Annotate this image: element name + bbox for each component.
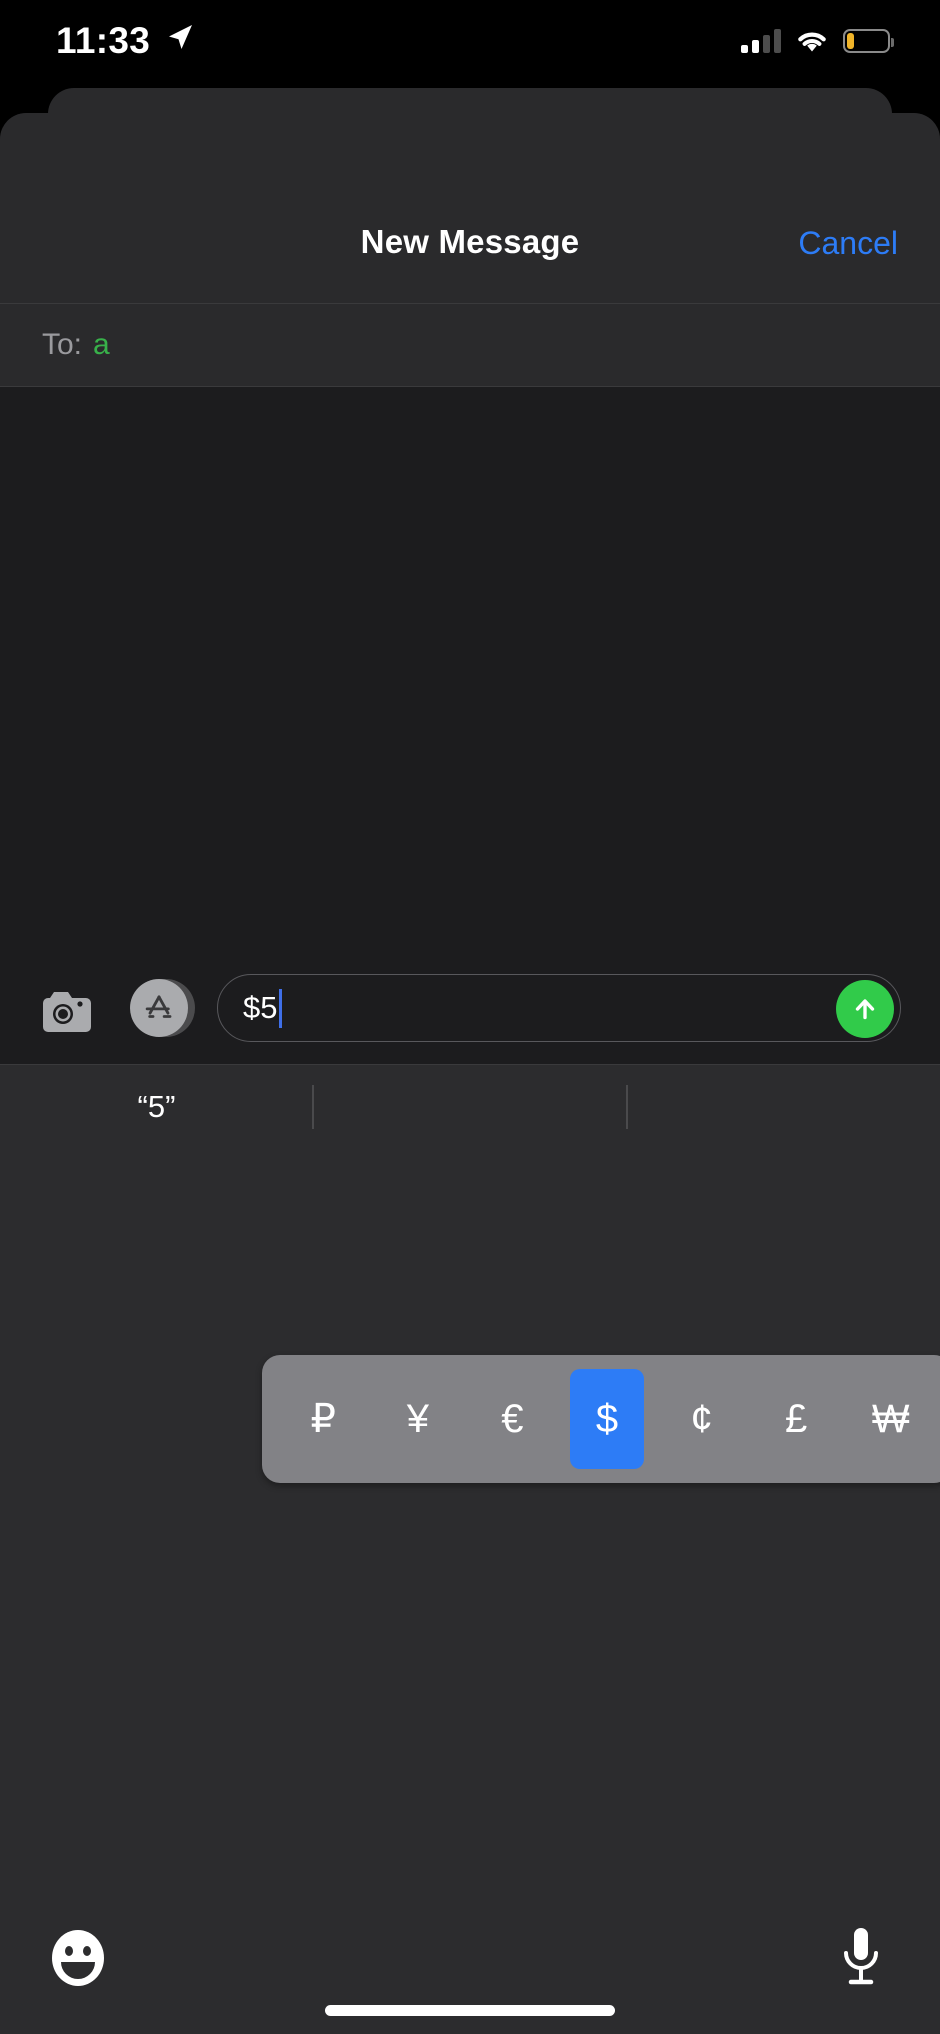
- dictation-button[interactable]: [838, 1926, 884, 1990]
- arrow-up-icon: [855, 999, 875, 1020]
- conversation-area[interactable]: [0, 387, 940, 957]
- currency-option-label: £: [785, 1396, 808, 1441]
- text-caret: [279, 988, 283, 1028]
- currency-option-label: ¥: [406, 1396, 429, 1441]
- battery-low-icon: [843, 29, 894, 53]
- app-store-button[interactable]: [130, 979, 195, 1041]
- recipient-label: To:: [42, 328, 83, 361]
- status-bar-indicators: [741, 24, 894, 58]
- iphone-screen: 11:33 New Message Cancel To: a $5 “5” ₽ …: [0, 0, 940, 2034]
- emoji-smiley-icon: [52, 1930, 104, 1986]
- predictive-suggestion-2[interactable]: [313, 1065, 627, 1148]
- recipient-field[interactable]: To: a: [0, 304, 940, 386]
- wifi-icon: [798, 32, 826, 52]
- currency-option-label: ₩: [871, 1396, 910, 1441]
- cellular-signal-icon: [741, 29, 781, 53]
- location-arrow-icon: [169, 25, 192, 49]
- currency-option-1[interactable]: ¥: [381, 1369, 455, 1469]
- new-message-sheet: New Message Cancel To: a $5 “5”: [0, 113, 940, 2034]
- microphone-icon: [844, 1928, 878, 1985]
- app-store-icon: [145, 995, 172, 1018]
- status-bar-time: 11:33: [56, 20, 151, 61]
- currency-option-label: $: [595, 1396, 619, 1441]
- message-text-field[interactable]: $5: [217, 974, 901, 1042]
- currency-option-label: €: [501, 1396, 524, 1441]
- emoji-keyboard-button[interactable]: [48, 1928, 108, 1988]
- currency-option-label: ₽: [310, 1397, 336, 1441]
- predictive-suggestion-1[interactable]: “5”: [0, 1065, 313, 1148]
- currency-option-label: ¢: [690, 1396, 713, 1441]
- predictive-suggestion-3[interactable]: [627, 1065, 940, 1148]
- currency-option-6[interactable]: ₩: [854, 1369, 928, 1469]
- on-screen-keyboard: “5”: [0, 1064, 940, 2034]
- predictive-text-bar: “5”: [0, 1065, 940, 1148]
- currency-key-popup[interactable]: ₽ ¥ € $ ¢ £ ₩: [262, 1355, 940, 1483]
- camera-icon: [43, 992, 91, 1032]
- home-indicator: [325, 2005, 615, 2016]
- send-button[interactable]: [836, 980, 894, 1038]
- navigation-bar: New Message Cancel: [0, 113, 940, 303]
- message-input-bar: $5: [0, 956, 940, 1064]
- currency-option-0[interactable]: ₽: [286, 1369, 360, 1469]
- camera-button[interactable]: [34, 986, 94, 1034]
- currency-option-4[interactable]: ¢: [665, 1369, 739, 1469]
- currency-option-5[interactable]: £: [759, 1369, 833, 1469]
- message-text-value: $5: [243, 990, 278, 1025]
- cancel-button[interactable]: Cancel: [798, 225, 898, 262]
- status-bar: 11:33: [0, 0, 940, 86]
- recipient-value: a: [93, 328, 110, 361]
- currency-option-3[interactable]: $: [570, 1369, 644, 1469]
- currency-option-2[interactable]: €: [475, 1369, 549, 1469]
